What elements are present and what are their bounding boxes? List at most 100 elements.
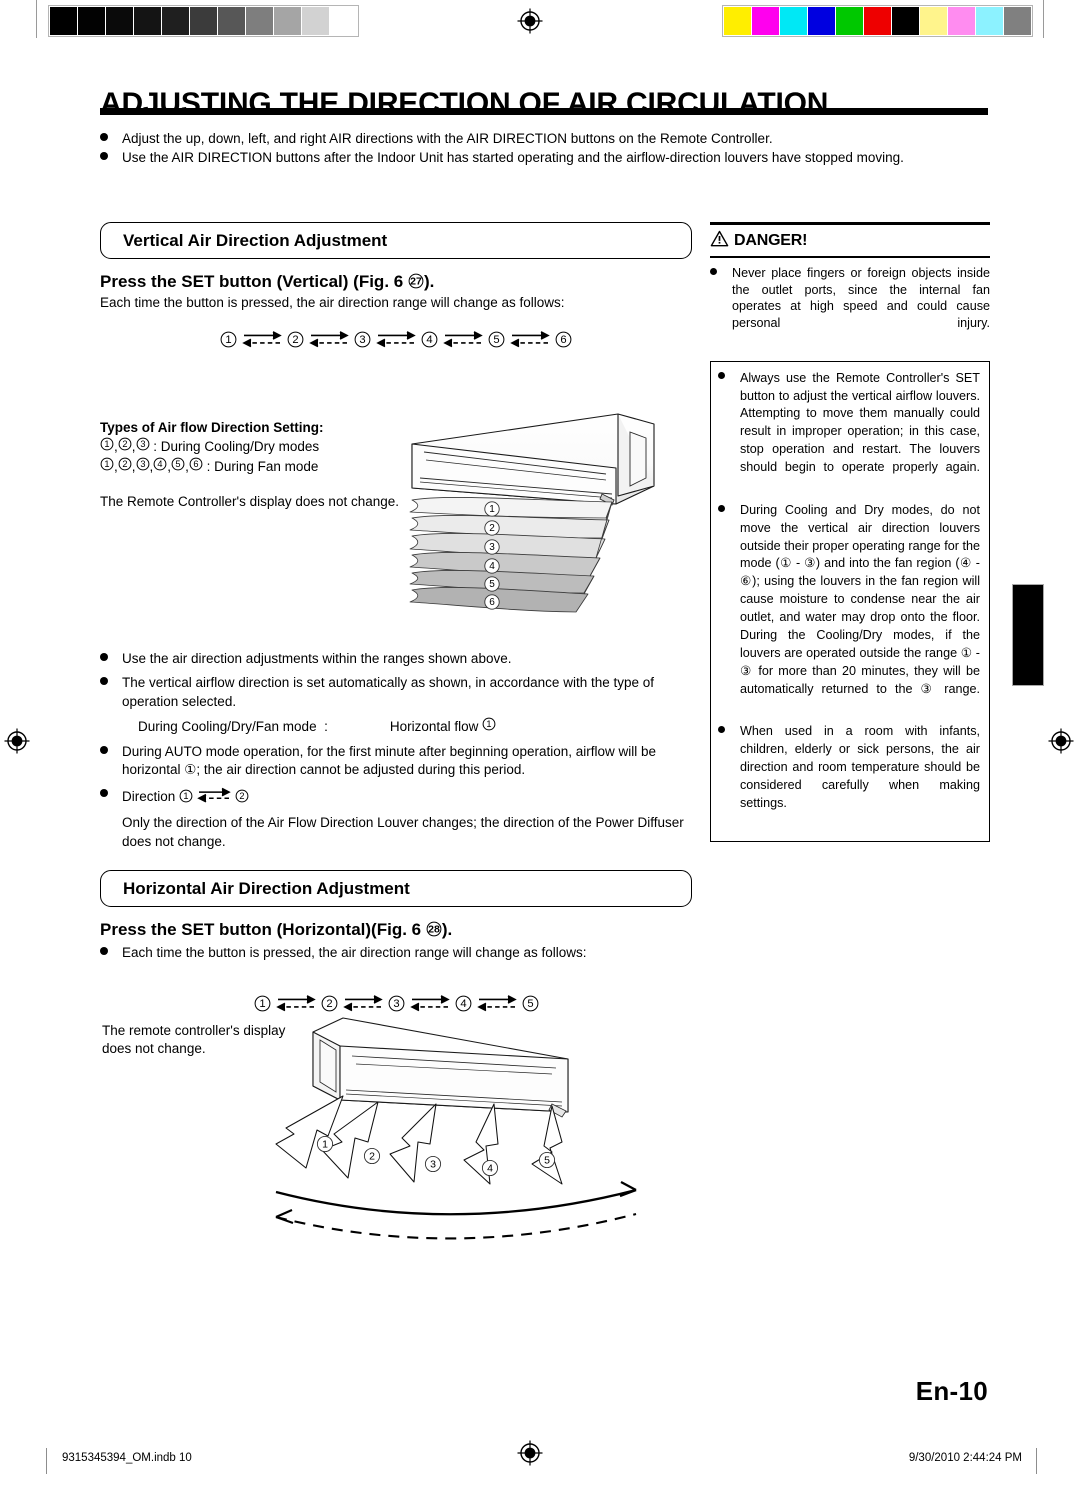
vertical-notes-list: Use the air direction adjustments within… <box>100 650 692 853</box>
svg-text:4: 4 <box>489 561 495 572</box>
color-swatch-3 <box>808 7 835 35</box>
horizontal-airflow-illustration: The remote controller's display does not… <box>100 1012 692 1262</box>
svg-text:4: 4 <box>460 998 466 1010</box>
gray-swatch-8 <box>274 7 301 35</box>
vertical-subheading: Press the SET button (Vertical) (Fig. 6 … <box>100 272 692 294</box>
circled-number-3-icon: 3 <box>136 457 150 476</box>
vertical-airflow-illustration: 1 2 3 4 5 6 <box>406 408 696 633</box>
svg-text:4: 4 <box>487 1162 493 1174</box>
svg-text:1: 1 <box>104 459 109 469</box>
color-swatch-4 <box>836 7 863 35</box>
bullet-dot-icon <box>710 267 717 275</box>
gray-swatch-4 <box>162 7 189 35</box>
intro-bullet-text: Adjust the up, down, left, and right AIR… <box>122 131 773 146</box>
svg-text:4: 4 <box>426 334 432 346</box>
vertical-subheading-pre: Press the SET button (Vertical) (Fig. 6 <box>100 272 408 291</box>
svg-text:5: 5 <box>175 459 180 469</box>
color-swatch-6 <box>892 7 919 35</box>
horizontal-section-title: Horizontal Air Direction Adjustment <box>123 878 410 898</box>
circled-number-3-icon: 3 <box>136 437 150 456</box>
circled-number-2-icon: 2 <box>235 789 249 808</box>
horizontal-section-header: Horizontal Air Direction Adjustment <box>100 870 692 907</box>
vertical-section-title: Vertical Air Direction Adjustment <box>123 230 388 250</box>
bullet-dot-icon <box>100 745 108 754</box>
circled-number-1-icon: 1 <box>482 717 496 736</box>
svg-text:3: 3 <box>140 439 145 449</box>
gray-swatch-1 <box>78 7 105 35</box>
vertical-cycle-step-6: 6 <box>555 331 572 348</box>
danger-header: DANGER! <box>710 225 990 256</box>
gray-swatch-2 <box>106 7 133 35</box>
gray-swatch-5 <box>190 7 217 35</box>
bidirectional-arrow-icon <box>242 328 282 350</box>
page-thumb-tab <box>1012 584 1044 686</box>
horizontal-cycle-step-2: 2 <box>321 995 338 1012</box>
svg-text:1: 1 <box>104 439 109 449</box>
page-number: En-10 <box>915 1376 988 1406</box>
bidirectional-arrow-icon <box>443 328 483 350</box>
airflow-type-row: 1,2,3,4,5,6 : During Fan mode <box>100 457 400 476</box>
svg-text:2: 2 <box>489 523 495 534</box>
svg-text:3: 3 <box>393 998 399 1010</box>
horizontal-cycle-step-3: 3 <box>388 995 405 1012</box>
bullet-dot-icon <box>718 504 725 512</box>
color-swatch-2 <box>780 7 807 35</box>
color-swatch-1 <box>752 7 779 35</box>
color-swatch-10 <box>1004 7 1031 35</box>
figure-ref-28-icon: 28 <box>426 921 442 942</box>
color-swatch-5 <box>864 7 891 35</box>
horizontal-subheading-pre: Press the SET button (Horizontal)(Fig. 6 <box>100 920 426 939</box>
trim-mark-right <box>1043 0 1044 38</box>
horizontal-subheading-post: ). <box>441 920 453 939</box>
direction-change-row: Direction 1 2 <box>100 786 692 808</box>
footer-file-label: 9315345394_OM.indb 10 <box>62 1452 192 1464</box>
bullet-dot-icon <box>100 132 108 141</box>
svg-text:3: 3 <box>430 1158 436 1170</box>
danger-bullet: During Cooling and Dry modes, do not mov… <box>718 502 980 717</box>
figure-ref-27-icon: 27 <box>408 273 424 294</box>
danger-column: DANGER! Never place fingers or foreign o… <box>710 222 990 842</box>
footer-tick-left <box>46 1448 47 1474</box>
svg-text:1: 1 <box>489 504 495 515</box>
danger-title: DANGER! <box>734 231 808 249</box>
circled-number-1-icon: 1 <box>179 789 193 808</box>
gray-swatch-6 <box>218 7 245 35</box>
danger-bullet: Always use the Remote Controller's SET b… <box>718 370 980 495</box>
vertical-subheading-post: ). <box>423 272 435 291</box>
footer-timestamp: 9/30/2010 2:44:24 PM <box>908 1452 1022 1464</box>
svg-text:5: 5 <box>527 998 533 1010</box>
direction-change-note: Only the direction of the Air Flow Direc… <box>122 815 684 849</box>
direction-label: Direction <box>122 788 180 804</box>
registration-mark-icon <box>517 8 543 34</box>
intro-bullet-list: Adjust the up, down, left, and right AIR… <box>100 130 990 168</box>
svg-text:5: 5 <box>493 334 499 346</box>
gray-swatch-0 <box>50 7 77 35</box>
color-swatch-7 <box>920 7 947 35</box>
vertical-cycle-step-5: 5 <box>488 331 505 348</box>
title-underline <box>100 108 988 115</box>
svg-text:1: 1 <box>259 998 265 1010</box>
registration-mark-icon <box>4 728 30 754</box>
footer-tick-right <box>1036 1448 1037 1474</box>
svg-text:6: 6 <box>193 459 198 469</box>
vertical-cycle-step-4: 4 <box>421 331 438 348</box>
airflow-types-title: Types of Air flow Direction Setting: <box>100 420 324 435</box>
bidirectional-arrow-icon <box>309 328 349 350</box>
danger-bullet-text: When used in a room with infants, childr… <box>740 724 980 810</box>
vertical-section-header: Vertical Air Direction Adjustment <box>100 222 692 259</box>
bidirectional-arrow-icon <box>197 786 231 804</box>
vertical-lead-text: Each time the button is pressed, the air… <box>100 295 565 310</box>
vertical-note-bullet: Use the air direction adjustments within… <box>100 650 692 668</box>
bidirectional-arrow-icon <box>376 328 416 350</box>
svg-text:1: 1 <box>225 334 231 346</box>
circled-number-5-icon: 5 <box>171 457 185 476</box>
gray-swatch-10 <box>330 7 357 35</box>
svg-text:6: 6 <box>489 597 495 608</box>
grayscale-wedge <box>48 5 359 37</box>
vertical-cycle-step-1: 1 <box>220 331 237 348</box>
danger-bullet-text: During Cooling and Dry modes, do not mov… <box>740 502 980 696</box>
intro-bullet: Use the AIR DIRECTION buttons after the … <box>100 149 990 167</box>
gray-swatch-7 <box>246 7 273 35</box>
svg-text:2: 2 <box>239 791 244 801</box>
color-swatch-9 <box>976 7 1003 35</box>
